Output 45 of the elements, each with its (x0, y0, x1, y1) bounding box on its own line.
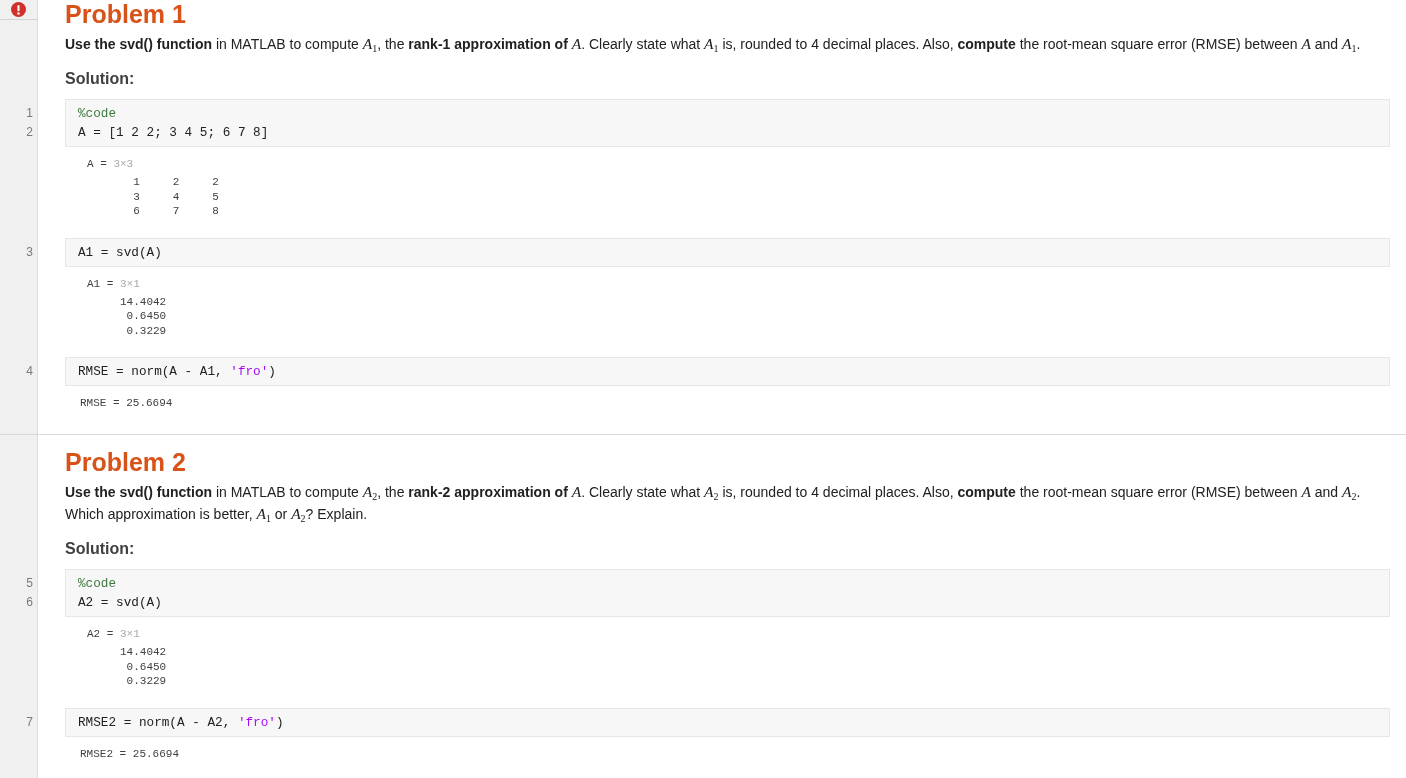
matrix-value: 4 (172, 190, 180, 203)
output-value: RMSE2 = 25.6694 (80, 746, 180, 762)
solution-heading: Solution: (65, 69, 135, 89)
matrix-value: 5 (212, 190, 219, 203)
matrix-value: 1 (133, 176, 140, 188)
matrix-value: 14.4042 (120, 295, 167, 308)
matrix-value: 0.6450 (126, 660, 167, 673)
line-number: 2 (26, 124, 33, 141)
line-number: 3 (26, 243, 33, 261)
matrix-value: 0.6450 (126, 310, 167, 322)
line-number: 6 (26, 594, 33, 611)
output-label: A1 = 3×1 (87, 276, 140, 292)
code-line: A = [1 2 2; 3 4 5; 6 7 8] (78, 124, 269, 142)
output-value: RMSE = 25.6694 (80, 396, 173, 411)
problem-prompt: Use the svd() function in MATLAB to compute A$_{1}$, the rank-1 approximation of A. Clearly state what A$_{1}$ is, rounded to 4 decimal places. Also, compute the root-mean square error (RMSE) between A and A$_{1}$. (65, 33, 1362, 55)
output-label: A = 3×3 (87, 157, 134, 172)
line-number: 1 (26, 105, 33, 122)
output-label: A2 = 3×1 (87, 627, 140, 642)
problem-title: Problem 1 (65, 0, 186, 28)
matrix-value: 6 (133, 205, 140, 217)
line-number: 5 (26, 575, 33, 592)
code-cell[interactable]: %code A = [1 2 2; 3 4 5; 6 7 8] (65, 99, 1390, 147)
solution-heading: Solution: (65, 539, 135, 559)
matrix-value: 0.3229 (126, 324, 167, 337)
code-line: RMSE2 = norm(A - A2, 'fro') (78, 713, 284, 732)
matrix-value: 7 (172, 205, 180, 217)
matrix-value: 8 (212, 205, 219, 217)
matrix-value: 14.4042 (120, 646, 167, 658)
code-line: A2 = svd(A) (78, 594, 162, 612)
matrix-value: 2 (172, 176, 180, 188)
code-cell[interactable]: RMSE = norm(A - A1, 'fro') (65, 357, 1390, 386)
code-line: A1 = svd(A) (78, 243, 162, 262)
code-line: %code (78, 105, 117, 123)
code-line: RMSE = norm(A - A1, 'fro') (78, 363, 276, 381)
matrix-value: 2 (212, 176, 219, 188)
problem-prompt: Use the svd() function in MATLAB to compute A$_{2}$, the rank-2 approximation of A. Clearly state what A$_{2}$ is, rounded to 4 decimal places. Also, compute the root-mean square error (RMSE) between A and A$_{2}$. Which approximation is better, A$_{1}$ or A$_{2}$? Explain. (65, 481, 1362, 525)
code-cell[interactable]: %code A2 = svd(A) (65, 569, 1390, 617)
line-number: 7 (26, 713, 33, 731)
code-cell[interactable]: A1 = svd(A) (65, 237, 1390, 267)
matrix-value: 0.3229 (126, 675, 167, 687)
problem-title: Problem 2 (65, 448, 186, 476)
matrix-value: 3 (133, 190, 140, 203)
line-number: 4 (26, 363, 33, 380)
code-line: %code (78, 575, 117, 593)
code-cell[interactable]: RMSE2 = norm(A - A2, 'fro') (65, 707, 1390, 737)
